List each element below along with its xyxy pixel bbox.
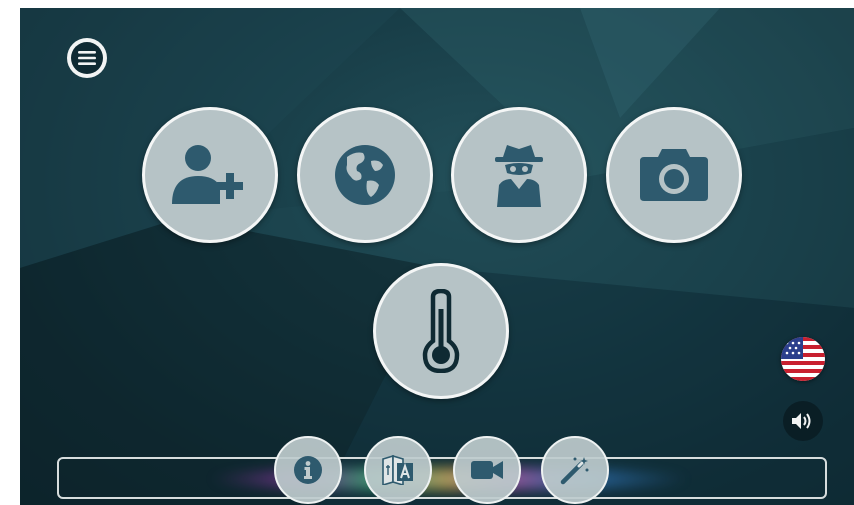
video-camera-icon bbox=[471, 461, 503, 479]
globe-button[interactable] bbox=[297, 107, 433, 243]
app-screen bbox=[20, 8, 854, 505]
globe-icon bbox=[335, 145, 395, 205]
add-user-button[interactable] bbox=[142, 107, 278, 243]
menu-button[interactable] bbox=[67, 38, 107, 78]
background-facets bbox=[20, 8, 854, 505]
magic-wand-icon bbox=[560, 457, 589, 485]
thermometer-button[interactable] bbox=[373, 263, 509, 399]
volume-icon bbox=[792, 413, 811, 429]
thermometer-icon bbox=[422, 289, 460, 373]
sound-button[interactable] bbox=[783, 401, 823, 441]
spy-icon bbox=[495, 145, 543, 207]
camera-icon bbox=[640, 149, 708, 201]
hamburger-menu-icon bbox=[71, 42, 103, 74]
camera-button[interactable] bbox=[606, 107, 742, 243]
info-icon bbox=[294, 456, 322, 484]
bottom-toolbar bbox=[57, 457, 827, 499]
translate-icon bbox=[382, 455, 413, 485]
spy-button[interactable] bbox=[451, 107, 587, 243]
magic-wand-button[interactable] bbox=[541, 436, 609, 504]
language-flag-button[interactable] bbox=[781, 337, 825, 381]
translate-button[interactable] bbox=[364, 436, 432, 504]
video-button[interactable] bbox=[453, 436, 521, 504]
info-button[interactable] bbox=[274, 436, 342, 504]
add-user-icon bbox=[172, 145, 243, 204]
us-flag-icon bbox=[781, 337, 825, 381]
